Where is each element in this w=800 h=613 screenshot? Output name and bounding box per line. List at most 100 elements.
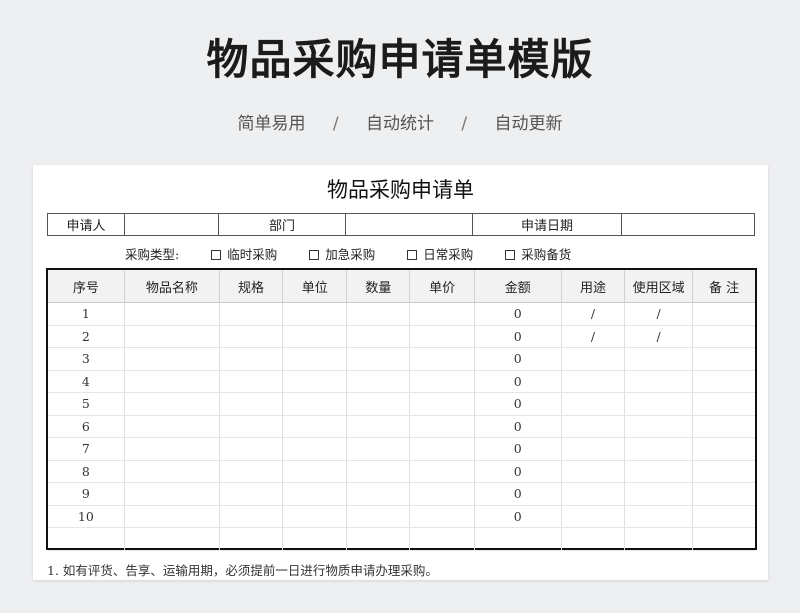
table-cell[interactable] [409, 415, 475, 438]
table-cell[interactable] [282, 482, 348, 506]
table-cell[interactable] [409, 527, 475, 551]
table-cell[interactable] [561, 460, 626, 483]
table-cell[interactable] [624, 392, 694, 416]
table-cell[interactable] [282, 392, 348, 416]
table-cell[interactable] [48, 527, 125, 551]
table-cell[interactable] [692, 325, 755, 348]
table-cell[interactable]: 5 [48, 392, 125, 416]
table-cell[interactable] [561, 347, 626, 371]
purchase-type-option-urgent[interactable]: 加急采购 [309, 245, 375, 265]
table-cell[interactable]: 0 [474, 482, 562, 506]
table-cell[interactable] [346, 347, 411, 371]
table-cell[interactable] [282, 437, 348, 461]
table-cell[interactable]: 0 [474, 415, 562, 438]
table-cell[interactable] [692, 482, 755, 506]
table-cell[interactable] [624, 415, 694, 438]
table-cell[interactable] [282, 460, 348, 483]
table-cell[interactable] [624, 370, 694, 393]
table-cell[interactable] [692, 460, 755, 483]
table-cell[interactable] [561, 505, 626, 528]
table-cell[interactable]: 0 [474, 505, 562, 528]
table-cell[interactable] [282, 302, 348, 326]
table-cell[interactable]: 0 [474, 347, 562, 371]
table-cell[interactable] [124, 302, 220, 326]
table-cell[interactable] [346, 392, 411, 416]
table-cell[interactable] [692, 370, 755, 393]
table-cell[interactable] [624, 482, 694, 506]
table-cell[interactable] [692, 302, 755, 326]
table-cell[interactable] [124, 527, 220, 551]
table-cell[interactable] [561, 392, 626, 416]
table-cell[interactable] [561, 415, 626, 438]
table-cell[interactable] [346, 325, 411, 348]
table-cell[interactable] [219, 437, 284, 461]
table-cell[interactable]: 7 [48, 437, 125, 461]
table-cell[interactable]: 0 [474, 437, 562, 461]
table-cell[interactable] [561, 527, 626, 551]
table-cell[interactable]: 8 [48, 460, 125, 483]
table-cell[interactable] [124, 505, 220, 528]
table-cell[interactable] [624, 505, 694, 528]
table-cell[interactable] [409, 302, 475, 326]
table-cell[interactable]: / [561, 325, 626, 348]
apply-date-field[interactable] [621, 213, 755, 236]
table-cell[interactable] [219, 527, 284, 551]
table-cell[interactable] [346, 302, 411, 326]
purchase-type-option-temporary[interactable]: 临时采购 [211, 245, 277, 265]
table-cell[interactable]: 6 [48, 415, 125, 438]
table-cell[interactable] [282, 370, 348, 393]
table-cell[interactable] [409, 505, 475, 528]
table-cell[interactable] [124, 437, 220, 461]
table-cell[interactable] [692, 392, 755, 416]
table-cell[interactable]: 0 [474, 325, 562, 348]
table-cell[interactable]: 0 [474, 392, 562, 416]
table-cell[interactable]: 0 [474, 302, 562, 326]
table-cell[interactable] [346, 527, 411, 551]
table-cell[interactable] [282, 505, 348, 528]
checkbox-icon[interactable] [211, 250, 222, 260]
table-cell[interactable] [219, 392, 284, 416]
table-cell[interactable] [346, 460, 411, 483]
table-cell[interactable]: 2 [48, 325, 125, 348]
table-cell[interactable]: / [624, 302, 694, 326]
table-cell[interactable] [624, 347, 694, 371]
table-cell[interactable] [219, 415, 284, 438]
table-cell[interactable] [124, 392, 220, 416]
table-cell[interactable]: / [624, 325, 694, 348]
table-cell[interactable] [219, 347, 284, 371]
table-cell[interactable] [409, 460, 475, 483]
purchase-type-option-stock[interactable]: 采购备货 [505, 245, 571, 265]
table-cell[interactable]: 0 [474, 370, 562, 393]
table-cell[interactable]: 3 [48, 347, 125, 371]
table-cell[interactable] [219, 302, 284, 326]
table-cell[interactable] [124, 482, 220, 506]
table-cell[interactable] [124, 460, 220, 483]
table-cell[interactable] [219, 505, 284, 528]
table-cell[interactable] [692, 527, 755, 551]
table-cell[interactable] [624, 460, 694, 483]
table-cell[interactable] [346, 437, 411, 461]
table-cell[interactable] [124, 370, 220, 393]
department-field[interactable] [345, 213, 473, 236]
table-cell[interactable] [346, 505, 411, 528]
table-cell[interactable] [692, 437, 755, 461]
table-cell[interactable] [561, 370, 626, 393]
purchase-type-option-daily[interactable]: 日常采购 [407, 245, 473, 265]
table-cell[interactable] [282, 325, 348, 348]
checkbox-icon[interactable] [505, 250, 516, 260]
table-cell[interactable]: / [561, 302, 626, 326]
table-cell[interactable] [561, 437, 626, 461]
table-cell[interactable]: 0 [474, 460, 562, 483]
table-cell[interactable] [219, 325, 284, 348]
table-cell[interactable] [624, 527, 694, 551]
table-cell[interactable] [409, 392, 475, 416]
table-cell[interactable] [409, 437, 475, 461]
table-cell[interactable] [346, 415, 411, 438]
table-cell[interactable] [624, 437, 694, 461]
checkbox-icon[interactable] [309, 250, 320, 260]
table-cell[interactable] [346, 482, 411, 506]
table-cell[interactable] [219, 370, 284, 393]
table-cell[interactable] [124, 347, 220, 371]
table-cell[interactable] [409, 347, 475, 371]
table-cell[interactable] [692, 505, 755, 528]
